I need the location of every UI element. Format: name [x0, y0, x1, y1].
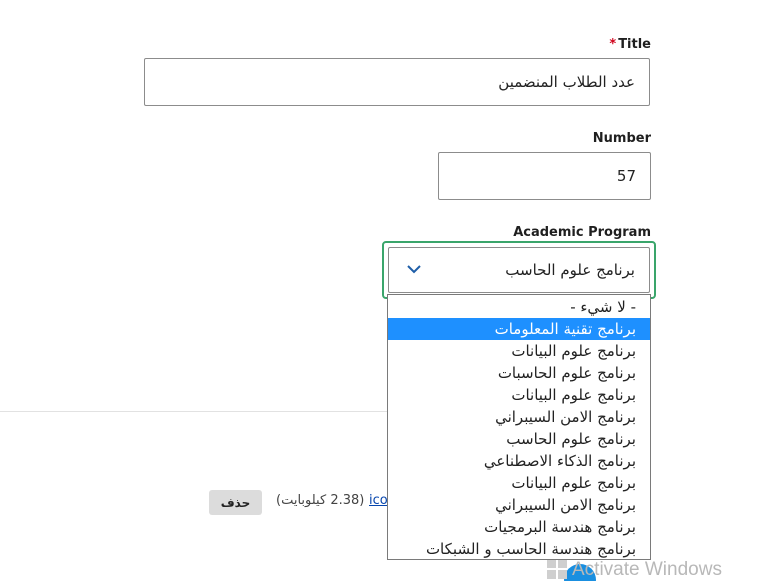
academic-program-dropdown[interactable]: - لا شيء - برنامج تقنية المعلومات برنامج ع… — [387, 294, 651, 560]
dropdown-option[interactable]: برنامج علوم البيانات — [388, 340, 650, 362]
dropdown-option[interactable]: برنامج الامن السيبراني — [388, 494, 650, 516]
academic-program-selected-value: برنامج علوم الحاسب — [505, 261, 635, 279]
number-input-value: 57 — [616, 167, 636, 185]
dropdown-option[interactable]: - لا شيء - — [388, 296, 650, 318]
delete-button[interactable]: حذف — [209, 490, 262, 515]
file-link[interactable]: ico — [369, 493, 388, 508]
academic-program-select[interactable]: برنامج علوم الحاسب — [382, 241, 656, 299]
title-input-value: عدد الطلاب المنضمين — [498, 73, 635, 91]
dropdown-option[interactable]: برنامج علوم الحاسبات — [388, 362, 650, 384]
title-input[interactable]: عدد الطلاب المنضمين — [144, 58, 650, 106]
academic-program-select-box[interactable]: برنامج علوم الحاسب — [388, 247, 650, 293]
dropdown-option[interactable]: برنامج علوم البيانات — [388, 472, 650, 494]
required-mark: * — [609, 37, 617, 52]
chevron-down-icon — [407, 265, 421, 274]
dropdown-option[interactable]: برنامج الذكاء الاصطناعي — [388, 450, 650, 472]
dropdown-option[interactable]: برنامج هندسة الحاسب و الشبكات — [388, 538, 650, 560]
dropdown-option[interactable]: برنامج الامن السيبراني — [388, 406, 650, 428]
dropdown-option[interactable]: برنامج علوم البيانات — [388, 384, 650, 406]
section-divider — [0, 411, 388, 412]
dropdown-option[interactable]: برنامج تقنية المعلومات — [388, 318, 650, 340]
academic-program-label: Academic Program — [513, 225, 651, 240]
dropdown-option[interactable]: برنامج علوم الحاسب — [388, 428, 650, 450]
activate-windows-watermark: Activate Windows — [572, 559, 722, 580]
title-label: * Title — [609, 37, 651, 52]
number-label: Number — [592, 131, 651, 146]
number-input[interactable]: 57 — [438, 152, 651, 200]
file-size: (2.38 كيلوبايت) — [276, 493, 365, 508]
dropdown-option[interactable]: برنامج هندسة البرمجيات — [388, 516, 650, 538]
title-label-text: Title — [618, 37, 651, 52]
